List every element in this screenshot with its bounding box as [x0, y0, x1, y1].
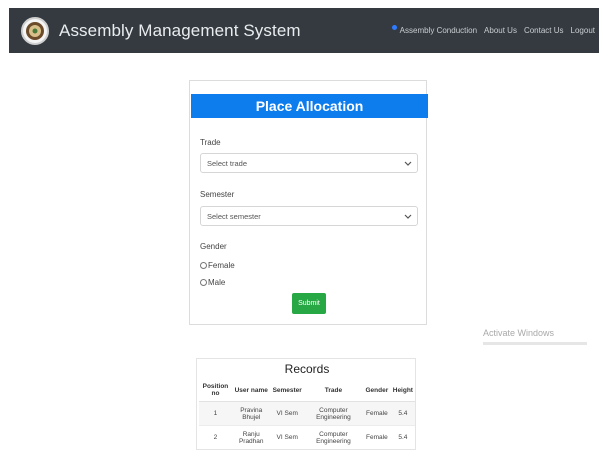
card-title: Place Allocation: [191, 94, 428, 118]
top-navbar: Assembly Management System Assembly Cond…: [9, 8, 599, 53]
cell-trade: Computer Engineering: [303, 425, 364, 449]
cell-semester: VI Sem: [270, 425, 304, 449]
activate-windows-watermark: Activate Windows: [483, 328, 555, 338]
radio-icon[interactable]: [200, 262, 207, 269]
cell-trade: Computer Engineering: [303, 401, 364, 426]
table-row: 2 Ranju Pradhan VI Sem Computer Engineer…: [199, 425, 415, 449]
radio-icon[interactable]: [200, 279, 207, 286]
nav-logout[interactable]: Logout: [571, 26, 595, 35]
col-user-name: User name: [231, 379, 271, 402]
gender-label: Gender: [200, 242, 227, 251]
nav-links: Assembly Conduction About Us Contact Us …: [391, 25, 595, 35]
gender-male-label: Male: [208, 278, 226, 287]
nav-about-us[interactable]: About Us: [484, 26, 517, 35]
trade-label: Trade: [200, 138, 221, 147]
trade-select-value: Select trade: [207, 158, 248, 168]
nav-assembly-conduction-label: Assembly Conduction: [399, 26, 478, 35]
nav-assembly-conduction[interactable]: Assembly Conduction: [391, 25, 478, 35]
col-trade: Trade: [303, 379, 364, 402]
col-gender: Gender: [363, 379, 391, 402]
cell-user-name: Ranju Pradhan: [231, 425, 271, 449]
cell-gender: Female: [363, 425, 391, 449]
cell-position: 1: [199, 401, 232, 426]
cell-position: 2: [199, 425, 232, 449]
semester-select-value: Select semester: [207, 211, 261, 221]
chevron-down-icon: [404, 214, 412, 219]
cell-semester: VI Sem: [270, 401, 304, 426]
submit-button[interactable]: Submit: [292, 293, 326, 314]
records-title: Records: [284, 362, 330, 376]
chevron-down-icon: [404, 161, 412, 166]
records-panel: Records Position no User name Semester T…: [196, 358, 416, 450]
table-header-row: Position no User name Semester Trade Gen…: [199, 379, 415, 402]
cell-height: 5.4: [390, 425, 415, 449]
col-height: Height: [390, 379, 415, 402]
cell-height: 5.4: [390, 401, 415, 426]
gender-radio-female[interactable]: Female: [200, 261, 235, 270]
records-table: Position no User name Semester Trade Gen…: [199, 379, 415, 449]
semester-select[interactable]: Select semester: [200, 206, 418, 226]
trade-select[interactable]: Select trade: [200, 153, 418, 173]
watermark-subtext: [483, 342, 587, 345]
semester-label: Semester: [200, 190, 235, 199]
brand-title[interactable]: Assembly Management System: [59, 21, 301, 41]
cell-gender: Female: [363, 401, 391, 426]
col-semester: Semester: [270, 379, 304, 402]
table-row: 1 Pravina Bhujel VI Sem Computer Enginee…: [199, 401, 415, 426]
gender-female-label: Female: [208, 261, 235, 270]
nav-contact-us[interactable]: Contact Us: [524, 26, 564, 35]
col-position-no: Position no: [199, 379, 232, 402]
logo-icon[interactable]: [21, 16, 49, 45]
cell-user-name: Pravina Bhujel: [231, 401, 271, 426]
place-allocation-card: Place Allocation Trade Select trade Seme…: [189, 80, 428, 325]
active-dot-icon: [391, 25, 397, 30]
gender-radio-male[interactable]: Male: [200, 278, 225, 287]
